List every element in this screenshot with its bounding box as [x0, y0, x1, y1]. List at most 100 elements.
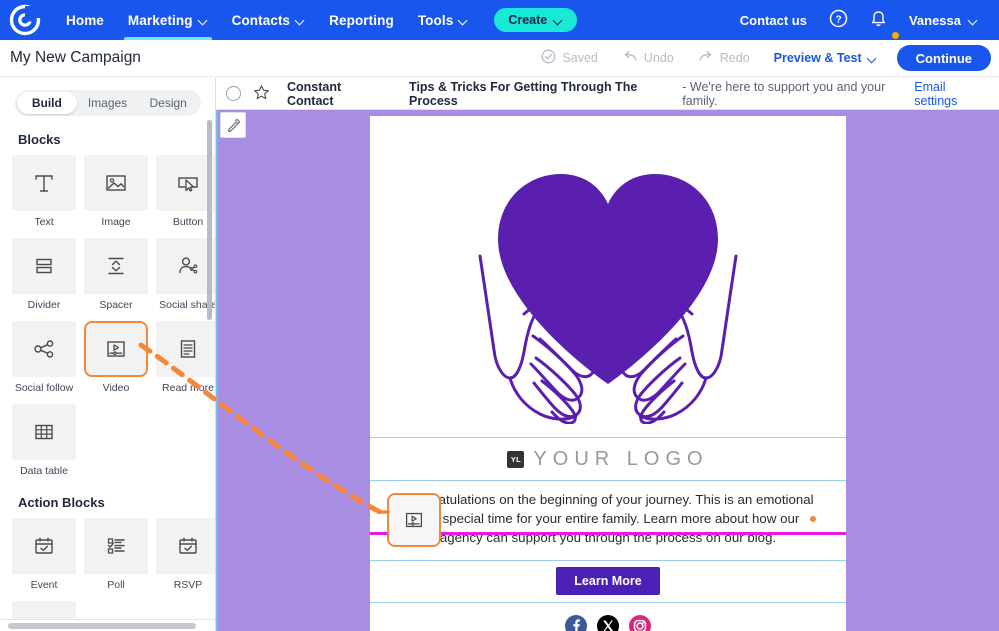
email-subject: Tips & Tricks For Getting Through The Pr… — [409, 79, 638, 108]
block-image[interactable]: Image — [84, 155, 148, 228]
chevron-down-icon — [554, 16, 563, 25]
facebook-icon[interactable] — [565, 614, 587, 631]
continue-label: Continue — [915, 50, 972, 66]
nav-item-contacts[interactable]: Contacts — [220, 0, 318, 40]
block-event[interactable]: Event — [12, 518, 76, 591]
question-circle-icon: ? — [829, 9, 848, 31]
star-outline-icon[interactable] — [253, 84, 270, 104]
nav-item-reporting[interactable]: Reporting — [317, 0, 406, 40]
social-follow-icon — [31, 336, 57, 362]
sidebar-vertical-scrollbar[interactable] — [207, 120, 212, 320]
block-label: Data table — [20, 465, 68, 477]
tab-images[interactable]: Images — [77, 92, 138, 114]
block-spacer[interactable]: Spacer — [84, 238, 148, 311]
block-label: Social follow — [14, 382, 74, 394]
read-more-icon — [175, 336, 201, 362]
blocks-section-title: Blocks — [18, 132, 61, 147]
email-body-text: Congratulations on the beginning of your… — [402, 492, 814, 545]
block-video[interactable]: Video — [84, 321, 148, 394]
user-menu[interactable]: Vanessa — [898, 0, 989, 40]
undo-label: Undo — [643, 51, 674, 65]
block-poll[interactable]: Poll — [84, 518, 148, 591]
bell-icon — [870, 10, 887, 31]
text-block-icon — [31, 170, 57, 196]
check-circle-icon — [541, 49, 556, 67]
block-rsvp[interactable]: RSVP — [156, 518, 215, 591]
nav-item-tools[interactable]: Tools — [406, 0, 481, 40]
email-button-section[interactable]: Learn More — [370, 560, 846, 603]
block-label: Poll — [107, 579, 125, 591]
subheader-actions: Saved Undo Redo Preview & Test Continue — [529, 40, 999, 77]
poll-list-icon — [103, 533, 129, 559]
chevron-down-icon — [296, 16, 305, 25]
redo-arrow-icon — [698, 50, 714, 67]
nav-item-label: Contacts — [231, 12, 291, 28]
create-button[interactable]: Create — [494, 8, 578, 32]
constant-contact-logo[interactable] — [8, 3, 42, 37]
email-text-section[interactable]: Congratulations on the beginning of your… — [370, 481, 846, 561]
tab-label: Build — [31, 96, 62, 110]
tab-label: Design — [149, 96, 187, 110]
continue-button[interactable]: Continue — [896, 45, 991, 71]
block-label: RSVP — [173, 579, 203, 591]
chevron-down-icon — [868, 54, 877, 63]
block-label: Text — [34, 216, 54, 228]
blocks-grid: Text Image Button Divider Spacer Social … — [12, 155, 215, 477]
nav-item-home[interactable]: Home — [54, 0, 116, 40]
top-navigation-bar: Home Marketing Contacts Reporting Tools … — [0, 0, 999, 40]
campaign-subheader: My New Campaign Saved Undo Redo Preview … — [0, 40, 999, 77]
block-label: Spacer — [99, 299, 133, 311]
tab-label: Images — [87, 96, 128, 110]
email-preview-text: - We're here to support you and your fam… — [682, 79, 886, 108]
email-logo-section[interactable]: YL YOUR LOGO — [370, 438, 846, 481]
block-label: Read more — [162, 382, 214, 394]
pencil-icon[interactable] — [220, 112, 246, 138]
tab-design[interactable]: Design — [138, 92, 199, 114]
block-label: Video — [102, 382, 130, 394]
event-calendar-icon — [31, 533, 57, 559]
redo-button[interactable]: Redo — [686, 40, 762, 77]
x-twitter-icon[interactable] — [597, 614, 619, 631]
logo-text: YOUR LOGO — [533, 447, 709, 470]
dragged-video-block-ghost[interactable] — [387, 493, 441, 547]
divider-block-icon — [31, 253, 57, 279]
email-from-name: Constant Contact — [287, 79, 342, 108]
saved-label: Saved — [562, 51, 598, 65]
instagram-icon[interactable] — [629, 614, 651, 631]
email-social-section[interactable] — [370, 602, 846, 631]
nav-item-label: Tools — [417, 12, 454, 28]
help-button[interactable]: ? — [818, 0, 859, 40]
nav-right-group: Contact us ? Vanessa — [729, 0, 999, 40]
notifications-button[interactable] — [859, 0, 899, 40]
learn-more-button[interactable]: Learn More — [556, 567, 660, 596]
sidebar-horizontal-scrollbar-thumb[interactable] — [8, 623, 196, 629]
nav-item-marketing[interactable]: Marketing — [116, 0, 220, 40]
tab-build[interactable]: Build — [16, 92, 78, 114]
contact-us-label: Contact us — [739, 12, 807, 28]
data-table-icon — [31, 419, 57, 445]
email-settings-link[interactable]: Email settings — [914, 80, 989, 108]
block-divider[interactable]: Divider — [12, 238, 76, 311]
sidebar-horizontal-scrollbar-track[interactable] — [0, 619, 215, 631]
image-block-icon — [103, 170, 129, 196]
undo-button[interactable]: Undo — [610, 40, 686, 77]
email-hero-image-section[interactable] — [370, 116, 846, 438]
preview-and-test-button[interactable]: Preview & Test — [762, 40, 889, 77]
block-read-more[interactable]: Read more — [156, 321, 215, 394]
chevron-down-icon — [459, 16, 468, 25]
user-name-label: Vanessa — [908, 12, 961, 28]
social-share-icon — [175, 253, 201, 279]
preview-test-label: Preview & Test — [773, 51, 862, 65]
block-text[interactable]: Text — [12, 155, 76, 228]
radio-circle-icon[interactable] — [226, 86, 241, 101]
block-social-follow[interactable]: Social follow — [12, 321, 76, 394]
page-title: My New Campaign — [10, 49, 141, 66]
contact-us-link[interactable]: Contact us — [729, 0, 818, 40]
undo-arrow-icon — [622, 50, 638, 67]
logo-badge: YL — [507, 450, 525, 468]
video-block-icon — [103, 336, 129, 362]
sidebar-tabs: Build Images Design — [14, 90, 201, 116]
rsvp-calendar-icon — [175, 533, 201, 559]
redo-label: Redo — [719, 51, 750, 65]
block-data-table[interactable]: Data table — [12, 404, 76, 477]
